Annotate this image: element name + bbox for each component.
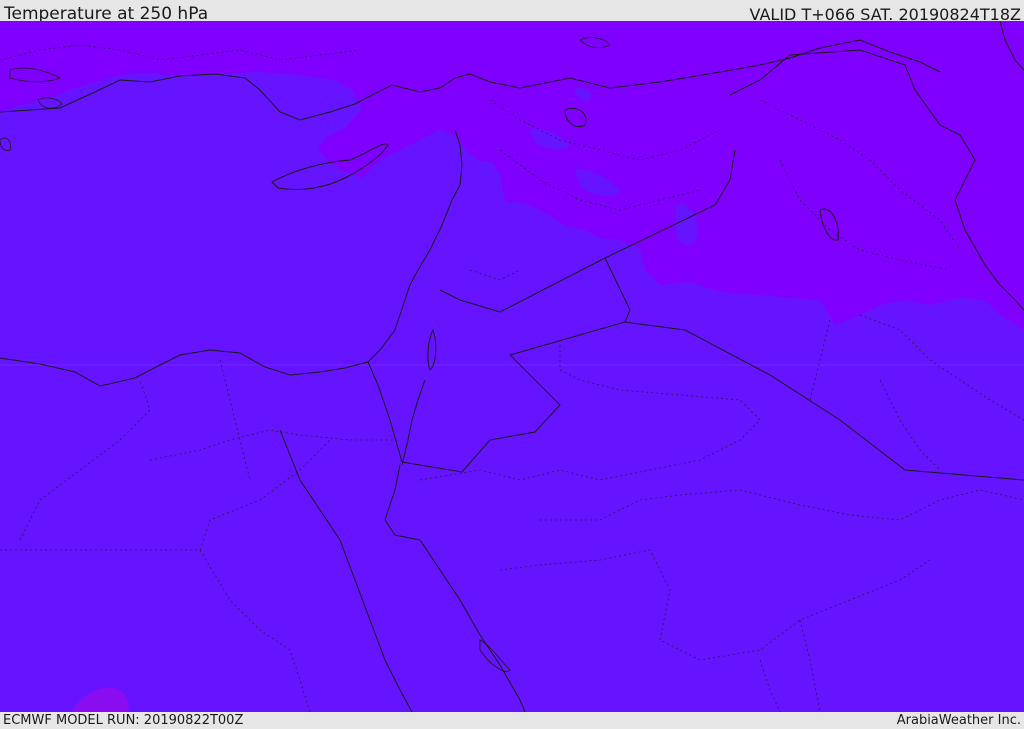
credit-label: ArabiaWeather Inc. — [896, 713, 1021, 728]
weather-map[interactable] — [0, 21, 1024, 712]
model-run: ECMWF MODEL RUN: 20190822T00Z — [3, 713, 244, 728]
